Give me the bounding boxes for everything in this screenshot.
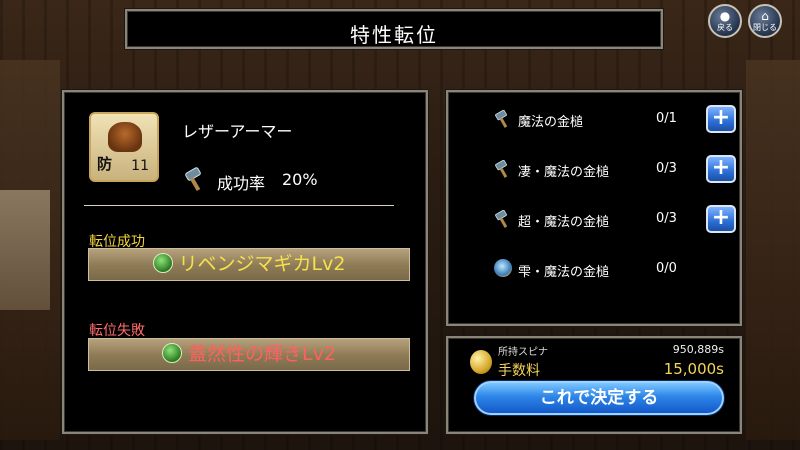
fee-value: 15,000s <box>663 360 724 378</box>
hammer-icon <box>185 167 201 192</box>
skill-icon <box>152 252 173 273</box>
close-button[interactable]: ⌂ 閉じる <box>748 4 782 38</box>
title-bar: 特性転位 <box>125 9 663 49</box>
add-material-button[interactable]: + <box>706 205 736 233</box>
fee-label: 手数料 <box>498 363 540 379</box>
transfer-failure-skill-name: 蓋然性の輝きLv2 <box>188 343 336 365</box>
material-row: 凄・魔法の金槌 0/3 + <box>494 154 736 184</box>
back-button[interactable]: ● 戻る <box>708 4 742 38</box>
material-row: 魔法の金槌 0/1 + <box>494 104 736 134</box>
material-name: 魔法の金槌 <box>518 115 584 130</box>
held-spina-value: 950,889s <box>672 343 724 356</box>
hammer-icon <box>495 110 508 128</box>
page-title: 特性転位 <box>350 23 438 47</box>
back-icon: ● <box>719 9 731 23</box>
item-slot[interactable]: 防 11 <box>89 112 159 182</box>
coin-icon <box>470 350 492 374</box>
material-count: 0/3 <box>656 161 677 176</box>
material-count: 0/3 <box>656 211 677 226</box>
material-count: 0/0 <box>656 261 677 276</box>
leather-armor-icon <box>108 122 142 152</box>
gem-icon <box>494 259 512 277</box>
divider <box>84 205 394 206</box>
material-name: 凄・魔法の金槌 <box>518 165 610 180</box>
materials-panel: 魔法の金槌 0/1 + 凄・魔法の金槌 0/3 + 超・魔法の金槌 0/3 + … <box>446 90 742 326</box>
background-bookshelf-right <box>746 60 800 440</box>
item-stat-value: 11 <box>131 158 149 174</box>
transfer-success-skill-name: リベンジマギカLv2 <box>178 253 346 275</box>
skill-icon <box>162 342 183 363</box>
held-spina-label: 所持スピナ <box>498 347 548 358</box>
transfer-failure-skill: 蓋然性の輝きLv2 <box>88 338 410 371</box>
material-name: 超・魔法の金槌 <box>518 215 610 230</box>
material-count: 0/1 <box>656 111 677 126</box>
confirm-button[interactable]: これで決定する <box>474 381 724 415</box>
transfer-success-skill: リベンジマギカLv2 <box>88 248 410 281</box>
item-stat-key: 防 <box>97 155 113 173</box>
success-rate-label: 成功率 <box>217 174 266 193</box>
transfer-failure-label: 転位失敗 <box>89 323 145 339</box>
add-material-button[interactable]: + <box>706 155 736 183</box>
item-panel: 防 11 レザーアーマー 成功率 20% 転位成功 リベンジマギカLv2 転位失… <box>62 90 428 434</box>
item-name: レザーアーマー <box>182 122 293 141</box>
material-row: 超・魔法の金槌 0/3 + <box>494 204 736 234</box>
add-material-button[interactable]: + <box>706 105 736 133</box>
home-icon: ⌂ <box>761 9 769 23</box>
material-name: 雫・魔法の金槌 <box>518 265 610 280</box>
background-window <box>0 190 50 310</box>
material-row: 雫・魔法の金槌 0/0 <box>494 254 734 284</box>
fee-panel: 所持スピナ 950,889s 手数料 15,000s これで決定する <box>446 336 742 434</box>
hammer-icon <box>495 160 508 178</box>
hammer-icon <box>495 210 508 228</box>
success-rate-value: 20% <box>282 170 318 189</box>
